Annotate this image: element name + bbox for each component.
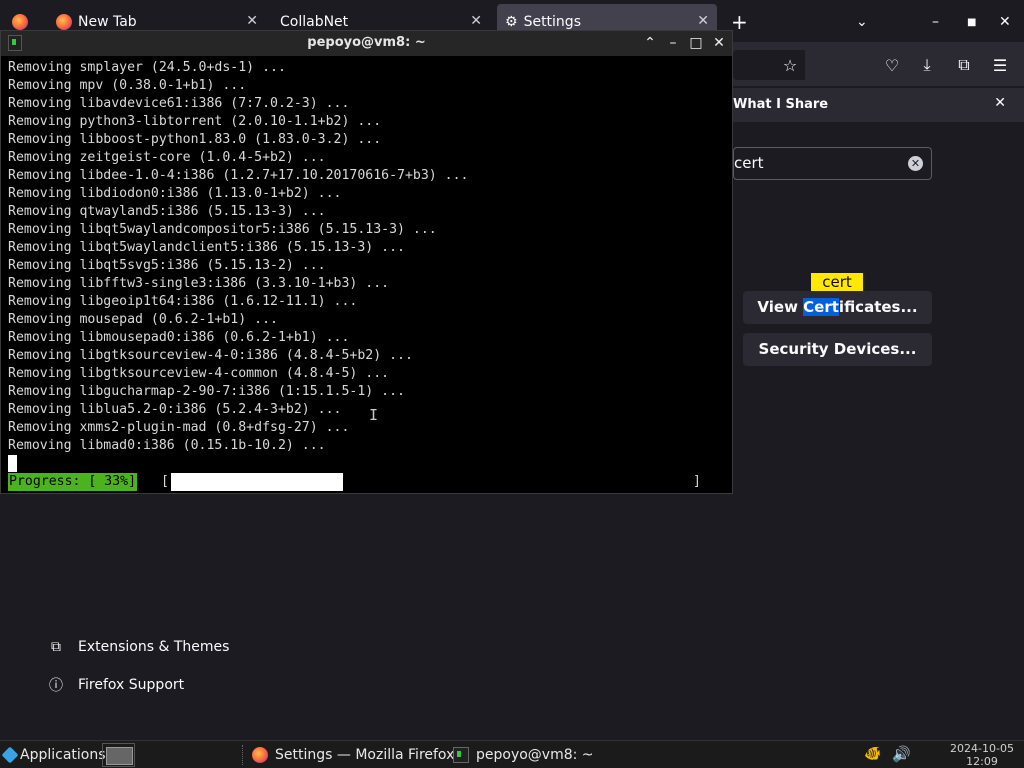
terminal-line: Removing python3-libtorrent (2.0.10-1.1+… [8,114,382,129]
tab-label: CollabNet [280,14,349,30]
terminal-line: Removing libqt5svg5:i386 (5.15.13-2) ... [8,258,326,273]
terminal-icon [453,747,469,763]
help-icon: ⓘ [49,678,63,694]
close-tab-icon[interactable]: ✕ [697,13,709,29]
terminal-line: Removing libfftw3-single3:i386 (3.3.10-1… [8,276,390,291]
terminal-line: Removing liblua5.2-0:i386 (5.2.4-3+b2) .… [8,402,342,417]
applications-label: Applications [20,747,106,763]
hamburger-menu-icon[interactable]: ☰ [987,52,1013,78]
clock-time: 12:09 [966,755,998,768]
minimize-button[interactable]: – [932,4,944,40]
search-match-highlight: Cert [803,298,839,316]
progress-bar [171,473,693,491]
new-tab-button[interactable]: + [731,4,751,40]
terminal-line: Removing libmousepad0:i386 (0.6.2-1+b1) … [8,330,350,345]
task-terminal[interactable]: pepoyo@vm8: ~ [453,744,594,766]
terminal-line: Removing mousepad (0.6.2-1+b1) ... [8,312,278,327]
terminal-line: Removing libqt5waylandcompositor5:i386 (… [8,222,437,237]
terminal-line: Removing libmad0:i386 (0.15.1b-10.2) ... [8,438,326,453]
notification-text: What I Share [733,97,829,112]
progress-label: Progress: [ 33%] [8,473,138,491]
terminal-output[interactable]: Removing smplayer (24.5.0+ds-1) ... Remov… [8,59,728,455]
security-devices-button[interactable]: Security Devices... [743,333,932,366]
close-icon[interactable]: ✕ [709,33,729,53]
maximize-button[interactable]: ■ [967,4,979,40]
close-tab-icon[interactable]: ✕ [246,13,258,29]
terminal-line: Removing libboost-python1.83.0 (1.83.0-3… [8,132,382,147]
close-button[interactable]: ✕ [999,4,1013,40]
list-all-tabs-button[interactable]: ⌄ [856,4,872,40]
sidebar-item-firefox-support[interactable]: ⓘ Firefox Support [48,677,185,694]
plus-icon: + [731,10,748,34]
clear-search-icon[interactable]: ✕ [908,156,923,171]
clock[interactable]: 2024-10-05 12:09 [944,742,1020,768]
terminal-titlebar[interactable]: pepoyo@vm8: ~ ⌃ – □ ✕ [1,31,732,56]
clock-date: 2024-10-05 [950,742,1014,755]
close-tab-icon[interactable]: ✕ [470,13,482,29]
tab-label: Settings [523,14,581,30]
bookmark-star-icon[interactable]: ☆ [777,52,803,78]
maximize-icon: ■ [967,16,977,28]
volume-icon[interactable]: 🔊 [892,745,911,763]
terminal-line: Removing qtwayland5:i386 (5.15.13-3) ... [8,204,326,219]
downloads-icon[interactable]: ⤓ [914,52,940,78]
progress-bracket-close: ] [693,474,701,489]
progress-bracket-open: [ [161,474,169,489]
sidebar-item-extensions-themes[interactable]: ⧉ Extensions & Themes [48,639,229,655]
gear-icon: ⚙ [505,14,518,30]
search-value: cert [734,154,764,172]
minimize-icon: – [932,14,939,30]
terminal-cursor [8,455,17,472]
mouse-ibeam-cursor: I [369,406,379,424]
settings-search-input[interactable]: cert ✕ [733,147,932,180]
progress-bar-fill [171,473,343,491]
taskbar-separator [242,745,244,765]
firefox-icon [12,14,28,30]
terminal-line: Removing libdee-1.0-4:i386 (1.2.7+17.10.… [8,168,469,183]
task-firefox[interactable]: Settings — Mozilla Firefox [252,744,454,766]
xfce-logo-icon [2,747,18,763]
terminal-title: pepoyo@vm8: ~ [307,35,426,50]
applications-menu-button[interactable]: Applications [2,744,106,766]
terminal-line: Removing xmms2-plugin-mad (0.8+dfsg-27) … [8,420,350,435]
button-label-post: ificates... [838,298,918,316]
terminal-window[interactable]: pepoyo@vm8: ~ ⌃ – □ ✕ Removing smplayer … [0,30,733,494]
terminal-line: Removing libdiodon0:i386 (1.13.0-1+b2) .… [8,186,342,201]
tray-app-icon[interactable]: 🐠 [864,746,882,764]
maximize-icon[interactable]: □ [686,33,706,53]
minimize-icon[interactable]: – [663,33,683,53]
firefox-icon [252,747,268,763]
workspace-switcher[interactable] [102,743,135,767]
pocket-icon[interactable]: ♡ [879,52,905,78]
terminal-line: Removing smplayer (24.5.0+ds-1) ... [8,60,286,75]
view-certificates-button[interactable]: View Certificates... [743,291,932,324]
terminal-line: Removing libgucharmap-2-90-7:i386 (1:15.… [8,384,405,399]
search-highlight-tooltip: cert [811,273,863,292]
terminal-line: Removing libavdevice61:i386 (7:7.0.2-3) … [8,96,350,111]
firefox-icon [56,14,72,30]
task-label: Settings — Mozilla Firefox [275,747,455,763]
close-icon: ✕ [999,14,1011,30]
sidebar-item-label: Extensions & Themes [78,639,230,655]
taskbar: Applications Settings — Mozilla Firefox … [0,740,1024,768]
extensions-icon[interactable]: ⧉ [951,52,977,78]
task-label: pepoyo@vm8: ~ [476,747,594,763]
tab-label: New Tab [78,14,137,30]
close-icon[interactable]: ✕ [994,95,1006,111]
chevron-up-icon[interactable]: ⌃ [640,33,660,53]
button-label-pre: View [757,298,804,316]
puzzle-icon: ⧉ [51,639,61,655]
notification-bar: What I Share ✕ [733,88,1024,122]
terminal-line: Removing mpv (0.38.0-1+b1) ... [8,78,247,93]
sidebar-item-label: Firefox Support [78,677,185,693]
chevron-down-icon: ⌄ [856,14,868,30]
terminal-line: Removing zeitgeist-core (1.0.4-5+b2) ... [8,150,326,165]
terminal-line: Removing libgtksourceview-4-0:i386 (4.8.… [8,348,413,363]
terminal-line: Removing libgtksourceview-4-common (4.8.… [8,366,390,381]
terminal-line: Removing libqt5waylandclient5:i386 (5.15… [8,240,405,255]
terminal-line: Removing libgeoip1t64:i386 (1.6.12-11.1)… [8,294,358,309]
